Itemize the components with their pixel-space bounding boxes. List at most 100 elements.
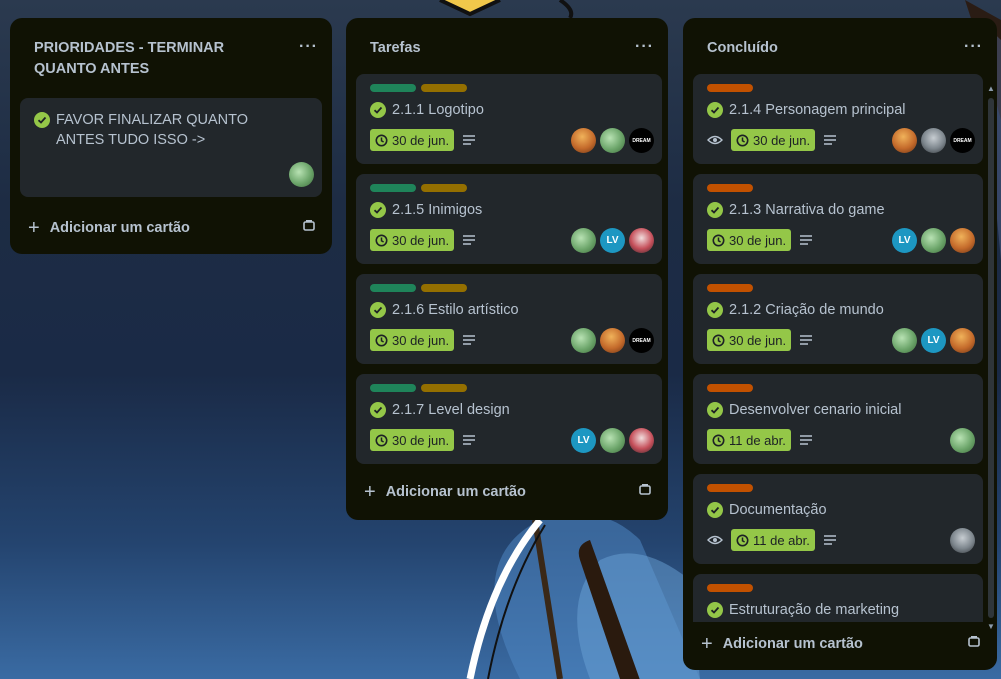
label-orange[interactable]: [707, 584, 753, 592]
card-labels[interactable]: [707, 184, 753, 192]
member-avatar[interactable]: [950, 228, 975, 253]
check-complete-icon[interactable]: [370, 102, 386, 118]
check-complete-icon[interactable]: [34, 112, 50, 128]
card-labels[interactable]: [707, 84, 753, 92]
list-title[interactable]: Concluído: [707, 38, 778, 59]
card[interactable]: 2.1.7 Level design 30 de jun. LV: [356, 374, 662, 464]
card[interactable]: 2.1.2 Criação de mundo 30 de jun. LV: [693, 274, 983, 364]
check-complete-icon[interactable]: [707, 302, 723, 318]
list-menu-button[interactable]: ···: [299, 39, 318, 55]
list-menu-button[interactable]: ···: [635, 39, 654, 55]
check-complete-icon[interactable]: [370, 302, 386, 318]
member-avatar[interactable]: [629, 428, 654, 453]
member-avatar-dream[interactable]: DREAM: [950, 128, 975, 153]
member-avatar-lv[interactable]: LV: [892, 228, 917, 253]
member-avatar[interactable]: [600, 328, 625, 353]
member-avatar[interactable]: [892, 328, 917, 353]
member-avatar[interactable]: [600, 128, 625, 153]
member-avatar[interactable]: [629, 228, 654, 253]
card-template-icon[interactable]: [638, 483, 652, 502]
label-yellow[interactable]: [421, 84, 467, 92]
label-orange[interactable]: [707, 84, 753, 92]
card-template-icon[interactable]: [967, 635, 981, 654]
due-date-badge[interactable]: 30 de jun.: [370, 129, 455, 151]
member-avatar-lv[interactable]: LV: [921, 328, 946, 353]
member-avatar[interactable]: [289, 162, 314, 187]
member-avatar[interactable]: [571, 328, 596, 353]
due-date-badge[interactable]: 11 de abr.: [707, 429, 791, 451]
card[interactable]: Desenvolver cenario inicial 11 de abr.: [693, 374, 983, 464]
card-labels[interactable]: [370, 84, 467, 92]
card[interactable]: 2.1.5 Inimigos 30 de jun. LV: [356, 174, 662, 264]
due-date-badge[interactable]: 30 de jun.: [731, 129, 816, 151]
card-template-icon[interactable]: [302, 219, 316, 238]
card-labels[interactable]: [370, 184, 467, 192]
check-complete-icon[interactable]: [370, 202, 386, 218]
label-orange[interactable]: [707, 484, 753, 492]
label-orange[interactable]: [707, 284, 753, 292]
label-green[interactable]: [370, 284, 416, 292]
label-green[interactable]: [370, 384, 416, 392]
member-avatar[interactable]: [571, 228, 596, 253]
card-labels[interactable]: [707, 284, 753, 292]
card-title-row: FAVOR FINALIZAR QUANTO ANTES TUDO ISSO -…: [34, 110, 276, 150]
add-card-button[interactable]: + Adicionar um cartão: [691, 628, 989, 660]
card-title: FAVOR FINALIZAR QUANTO ANTES TUDO ISSO -…: [56, 112, 249, 148]
member-avatar[interactable]: [600, 428, 625, 453]
card[interactable]: 2.1.3 Narrativa do game 30 de jun. LV: [693, 174, 983, 264]
check-complete-icon[interactable]: [370, 402, 386, 418]
card[interactable]: 2.1.1 Logotipo 30 de jun. DREAM: [356, 74, 662, 164]
list-scrollbar[interactable]: ▲ ▼: [987, 84, 995, 632]
add-card-button[interactable]: + Adicionar um cartão: [18, 212, 324, 244]
due-date-text: 11 de abr.: [753, 532, 810, 548]
member-avatar-lv[interactable]: LV: [571, 428, 596, 453]
card-labels[interactable]: [707, 584, 753, 592]
member-avatar[interactable]: [950, 528, 975, 553]
member-avatar-dream[interactable]: DREAM: [629, 328, 654, 353]
card[interactable]: 2.1.6 Estilo artístico 30 de jun. DREAM: [356, 274, 662, 364]
member-avatar[interactable]: [571, 128, 596, 153]
card[interactable]: Estruturação de marketing: [693, 574, 983, 622]
due-date-badge[interactable]: 11 de abr.: [731, 529, 815, 551]
due-date-badge[interactable]: 30 de jun.: [370, 429, 455, 451]
label-yellow[interactable]: [421, 384, 467, 392]
check-complete-icon[interactable]: [707, 102, 723, 118]
card[interactable]: FAVOR FINALIZAR QUANTO ANTES TUDO ISSO -…: [20, 98, 322, 197]
check-complete-icon[interactable]: [707, 502, 723, 518]
card-labels[interactable]: [370, 284, 467, 292]
member-avatar-lv[interactable]: LV: [600, 228, 625, 253]
due-date-badge[interactable]: 30 de jun.: [370, 229, 455, 251]
card[interactable]: 2.1.4 Personagem principal 30 de jun. DR…: [693, 74, 983, 164]
card-members: LV: [571, 228, 654, 253]
list-menu-button[interactable]: ···: [964, 39, 983, 55]
card-members: [950, 528, 975, 553]
member-avatar[interactable]: [921, 128, 946, 153]
label-green[interactable]: [370, 84, 416, 92]
card[interactable]: Documentação 11 de abr.: [693, 474, 983, 564]
due-date-badge[interactable]: 30 de jun.: [707, 229, 792, 251]
label-orange[interactable]: [707, 184, 753, 192]
card-labels[interactable]: [707, 484, 753, 492]
label-yellow[interactable]: [421, 284, 467, 292]
card-labels[interactable]: [370, 384, 467, 392]
member-avatar[interactable]: [892, 128, 917, 153]
label-green[interactable]: [370, 184, 416, 192]
check-complete-icon[interactable]: [707, 202, 723, 218]
member-avatar[interactable]: [921, 228, 946, 253]
check-complete-icon[interactable]: [707, 402, 723, 418]
scroll-thumb[interactable]: [988, 98, 994, 618]
add-card-button[interactable]: + Adicionar um cartão: [354, 476, 660, 508]
due-date-badge[interactable]: 30 de jun.: [707, 329, 792, 351]
label-orange[interactable]: [707, 384, 753, 392]
member-avatar[interactable]: [950, 328, 975, 353]
list-title[interactable]: Tarefas: [370, 38, 421, 59]
scroll-up-icon[interactable]: ▲: [987, 84, 995, 94]
card-labels[interactable]: [707, 384, 753, 392]
scroll-down-icon[interactable]: ▼: [987, 622, 995, 632]
list-title[interactable]: PRIORIDADES - TERMINAR QUANTO ANTES: [34, 38, 264, 80]
member-avatar[interactable]: [950, 428, 975, 453]
check-complete-icon[interactable]: [707, 602, 723, 618]
due-date-badge[interactable]: 30 de jun.: [370, 329, 455, 351]
member-avatar-dream[interactable]: DREAM: [629, 128, 654, 153]
label-yellow[interactable]: [421, 184, 467, 192]
